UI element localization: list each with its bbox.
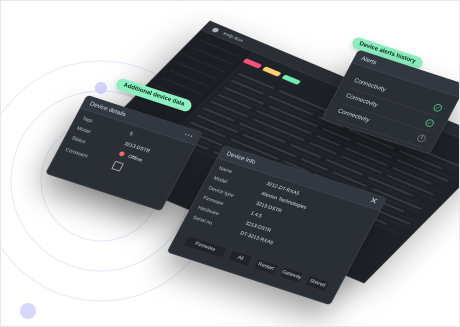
sidebar-divider <box>191 47 233 65</box>
sidebar-divider <box>169 69 211 88</box>
status-text: Offline <box>126 153 144 164</box>
panel-title: Alerts <box>360 55 378 66</box>
app-logo-icon <box>211 26 221 33</box>
check-icon: ✓ <box>432 102 444 113</box>
sidebar-divider <box>184 54 226 73</box>
tab-chip-pink[interactable] <box>242 58 263 69</box>
offline-status-icon <box>118 151 126 158</box>
toolbar-button-firmware[interactable]: Firmware <box>182 234 228 259</box>
check-icon: ✓ <box>423 118 436 128</box>
alert-text: Connectivity <box>336 108 371 124</box>
product-scene: Kelp Box Additional device data Device a… <box>1 1 459 326</box>
toolbar-button-gateway[interactable]: Gateway <box>278 266 306 284</box>
tab-chip-green[interactable] <box>281 74 302 85</box>
constraint-checkbox[interactable] <box>111 160 124 172</box>
screenshot-frame: Kelp Box Additional device data Device a… <box>0 0 460 327</box>
sidebar-divider <box>176 62 218 80</box>
tab-chip-yellow[interactable] <box>261 66 282 77</box>
toolbar-button-restart[interactable]: Restart <box>252 257 280 276</box>
toolbar-button-all[interactable]: All <box>227 249 254 268</box>
close-icon[interactable]: ⋯ <box>182 129 195 142</box>
close-icon[interactable]: ✕ <box>367 195 380 207</box>
toolbar-button-shared[interactable]: Shared <box>304 274 331 293</box>
info-icon: i <box>415 133 428 144</box>
